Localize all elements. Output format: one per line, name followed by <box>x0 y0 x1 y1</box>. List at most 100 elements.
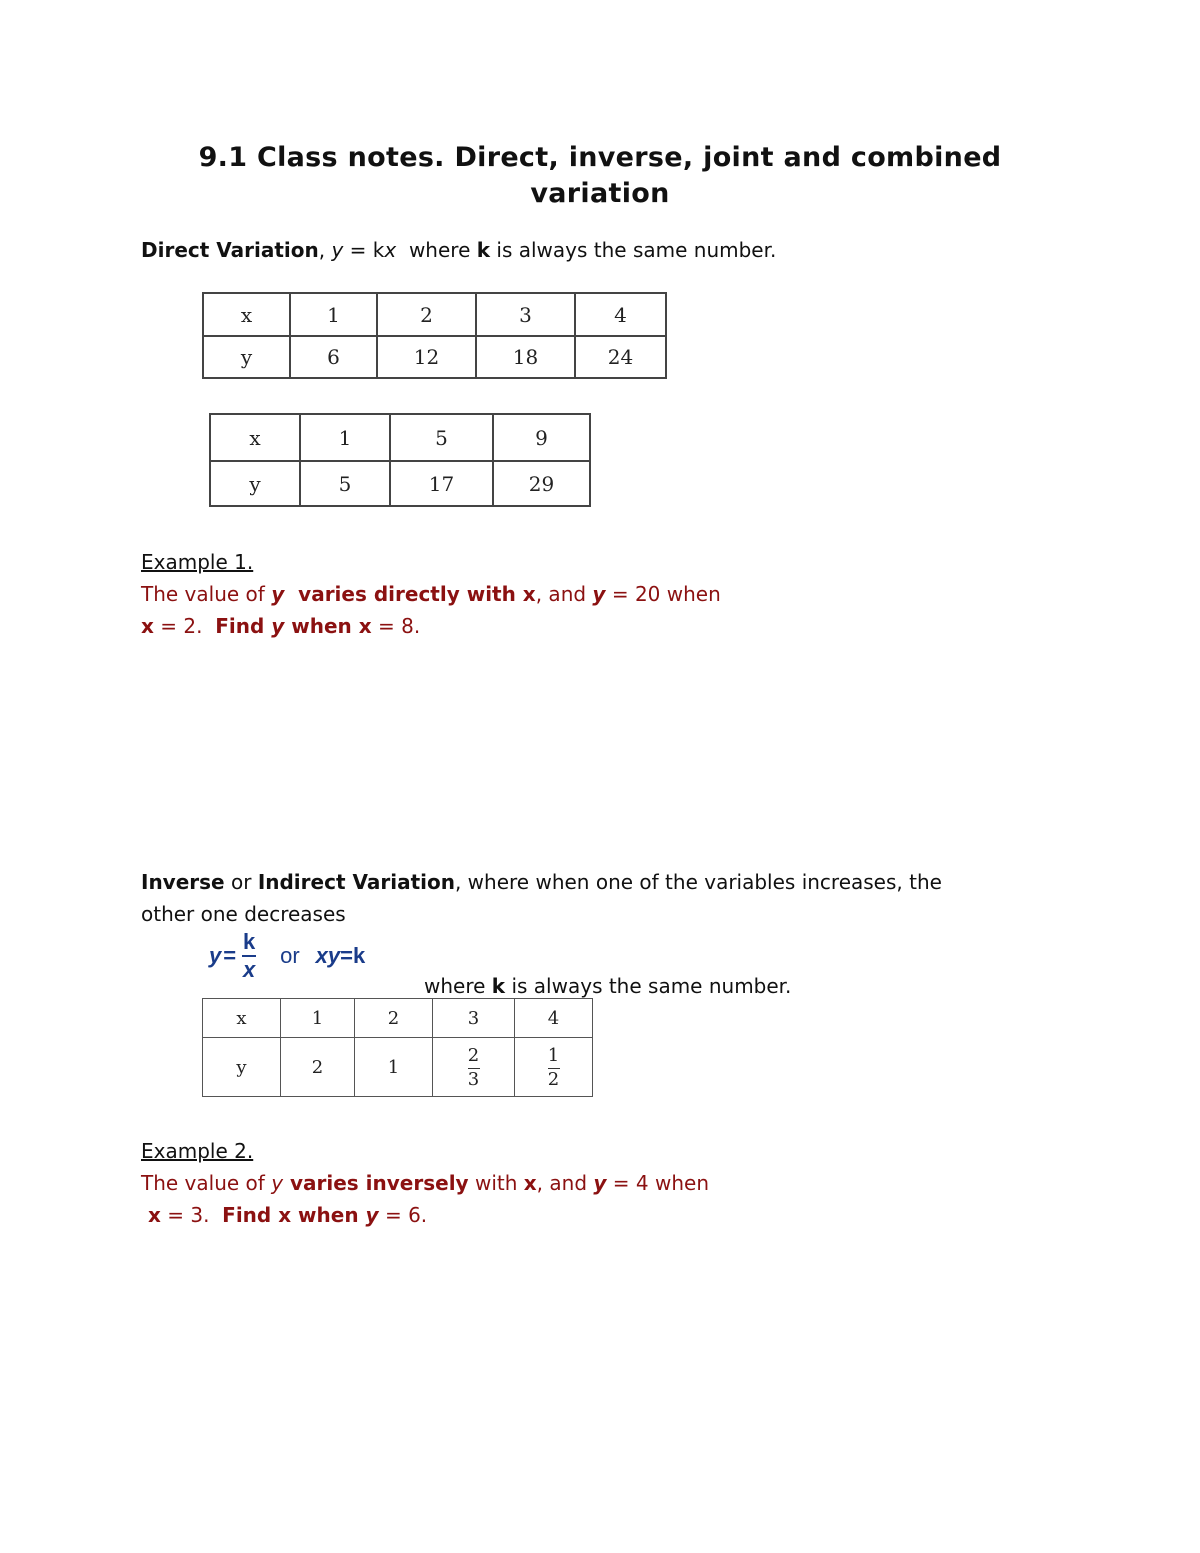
text: The value of <box>141 1171 272 1195</box>
eq-rest: = k <box>343 238 385 262</box>
table-cell: 1 <box>299 413 391 462</box>
text: = 8. <box>371 614 421 638</box>
example-2-line-1: The value of y varies inversely with x, … <box>141 1167 709 1199</box>
table-cell: 1 2 <box>514 1037 593 1097</box>
title-line-2: variation <box>530 178 670 209</box>
bold-text: Find x when <box>222 1203 366 1227</box>
table-cell: 1 <box>354 1037 433 1097</box>
formula-xy: xy <box>315 943 341 968</box>
separator: , <box>318 238 332 262</box>
text: , and <box>535 582 593 606</box>
table-cell: 3 <box>432 998 515 1038</box>
var-x: x <box>141 614 154 638</box>
inverse-heading: Inverse <box>141 870 225 894</box>
fraction-numerator: 1 <box>547 1045 560 1066</box>
var-y: y <box>365 1203 379 1227</box>
var-x: x <box>523 1171 537 1195</box>
table-row-x: x 1 2 3 4 <box>202 998 593 1038</box>
title-line-1: 9.1 Class notes. Direct, inverse, joint … <box>198 142 1002 173</box>
example-2-label: Example 2. <box>141 1139 254 1163</box>
indirect-heading: Indirect Variation <box>257 870 455 894</box>
text: , where when one of the variables increa… <box>454 870 942 894</box>
text: is always the same number. <box>505 974 792 998</box>
table-cell: 6 <box>289 335 378 379</box>
row-label: y <box>209 460 301 507</box>
var-y: y <box>593 1171 607 1195</box>
table-row-y: y 6 12 18 24 <box>202 335 667 379</box>
table-cell: 3 <box>475 292 576 337</box>
row-label: x <box>209 413 301 462</box>
inverse-variation-definition-line-1: Inverse or Indirect Variation, where whe… <box>141 866 942 898</box>
bold-text: varies inversely <box>283 1171 469 1195</box>
table-cell: 1 <box>280 998 355 1038</box>
table-cell: 17 <box>389 460 494 507</box>
table-cell: 18 <box>475 335 576 379</box>
inverse-formula: y = k x or xy =k <box>209 926 365 986</box>
fraction-denominator: 2 <box>547 1069 560 1090</box>
row-label: x <box>202 998 281 1038</box>
table-cell: 2 3 <box>432 1037 515 1097</box>
example-1-line-2: x = 2. Find y when x = 8. <box>141 610 420 642</box>
var-y: y <box>592 582 606 606</box>
row-label: y <box>202 1037 281 1097</box>
formula-equals-k: =k <box>340 943 366 968</box>
k-constant: k <box>476 238 491 262</box>
var-y: y <box>271 1171 284 1195</box>
table-cell: 5 <box>299 460 391 507</box>
formula-equals: = <box>223 943 237 968</box>
fraction: 2 3 <box>467 1045 480 1090</box>
eq-y: y <box>331 238 344 262</box>
var-y: y <box>271 582 285 606</box>
formula-fraction: k x <box>242 929 257 982</box>
var-x: x <box>141 1203 161 1227</box>
fraction-denominator: x <box>242 957 256 982</box>
text: , and <box>536 1171 594 1195</box>
table-cell: 2 <box>280 1037 355 1097</box>
inverse-table: x 1 2 3 4 y 2 1 2 3 1 2 <box>202 998 593 1097</box>
fraction-numerator: 2 <box>467 1045 480 1066</box>
example-1-label: Example 1. <box>141 550 254 574</box>
text: = 3. <box>160 1203 223 1227</box>
row-label: x <box>202 292 291 337</box>
fraction: 1 2 <box>547 1045 560 1090</box>
page-title: 9.1 Class notes. Direct, inverse, joint … <box>0 140 1200 212</box>
direct-table-2: x 1 5 9 y 5 17 29 <box>209 413 591 507</box>
table-row-x: x 1 5 9 <box>209 413 591 462</box>
definition-tail: is always the same number. <box>490 238 777 262</box>
text: = 20 when <box>605 582 721 606</box>
text: with <box>468 1171 524 1195</box>
where-text: where <box>396 238 477 262</box>
fraction-denominator: 3 <box>467 1069 480 1090</box>
table-cell: 4 <box>514 998 593 1038</box>
k-constant: k <box>491 974 506 998</box>
direct-variation-heading: Direct Variation <box>141 238 319 262</box>
table-row-y: y 5 17 29 <box>209 460 591 507</box>
eq-x: x <box>384 238 397 262</box>
formula-or: or <box>280 943 300 968</box>
bold-text: varies directly with x <box>284 582 536 606</box>
direct-variation-definition: Direct Variation, y = kx where k is alwa… <box>141 234 776 266</box>
fraction-numerator: k <box>242 929 256 954</box>
text: The value of <box>141 582 272 606</box>
table-cell: 2 <box>354 998 433 1038</box>
example-1-line-1: The value of y varies directly with x, a… <box>141 578 721 610</box>
text: or <box>224 870 258 894</box>
direct-table-1: x 1 2 3 4 y 6 12 18 24 <box>202 292 667 379</box>
table-cell: 9 <box>492 413 591 462</box>
row-label: y <box>202 335 291 379</box>
formula-y: y <box>209 943 222 968</box>
table-row-x: x 1 2 3 4 <box>202 292 667 337</box>
bold-text: Find <box>215 614 272 638</box>
text: = 6. <box>378 1203 428 1227</box>
bold-text: when x <box>284 614 372 638</box>
table-cell: 5 <box>389 413 494 462</box>
var-y: y <box>271 614 285 638</box>
table-cell: 1 <box>289 292 378 337</box>
table-cell: 24 <box>574 335 667 379</box>
text: = 2. <box>153 614 216 638</box>
example-2-line-2: x = 3. Find x when y = 6. <box>141 1199 427 1231</box>
text: where <box>424 974 492 998</box>
table-row-y: y 2 1 2 3 1 2 <box>202 1037 593 1097</box>
table-cell: 2 <box>376 292 477 337</box>
table-cell: 12 <box>376 335 477 379</box>
